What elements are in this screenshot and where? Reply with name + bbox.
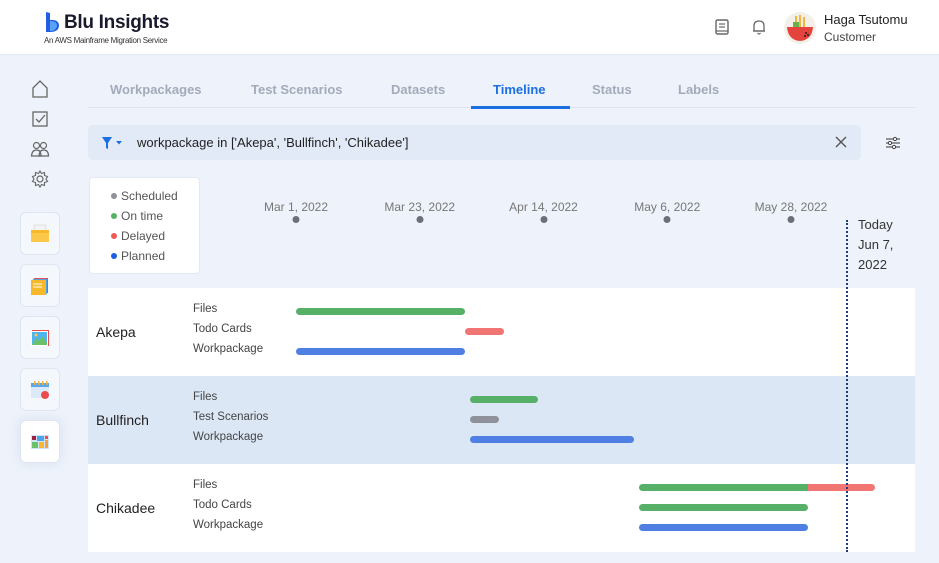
row-label: Test Scenarios xyxy=(193,411,269,423)
legend-label: On time xyxy=(121,209,164,223)
tab-workpackages[interactable]: Workpackages xyxy=(110,82,202,97)
today-label-line3: 2022 xyxy=(858,257,887,272)
filter-query[interactable]: workpackage in ['Akepa', 'Bullfinch', 'C… xyxy=(137,135,408,150)
axis-tick-label: Mar 23, 2022 xyxy=(384,200,456,214)
tab-bar: Workpackages Test Scenarios Datasets Tim… xyxy=(88,70,915,109)
planned-dot-icon xyxy=(111,253,117,259)
delayed-dot-icon xyxy=(111,233,117,239)
notes-app-tile[interactable] xyxy=(20,264,60,307)
timeline-bar-planned[interactable] xyxy=(639,524,808,531)
clear-filter-icon[interactable] xyxy=(835,136,847,148)
folder-icon xyxy=(31,224,49,242)
timeline-bar-planned[interactable] xyxy=(296,348,465,355)
app-title[interactable]: Blu Insights xyxy=(64,12,169,34)
active-tab-indicator xyxy=(471,106,570,109)
legend: Scheduled On time Delayed Planned xyxy=(89,177,200,274)
today-label: Today Jun 7, 2022 xyxy=(858,215,893,275)
timeline-group-chikadee[interactable]: Chikadee Files Todo Cards Workpackage xyxy=(88,464,915,552)
legend-item-delayed: Delayed xyxy=(111,229,165,243)
axis-tick-dot xyxy=(292,216,300,223)
legend-label: Delayed xyxy=(121,229,166,243)
user-role: Customer xyxy=(824,30,877,44)
tab-status[interactable]: Status xyxy=(592,82,632,97)
group-name[interactable]: Chikadee xyxy=(96,500,155,516)
row-label: Files xyxy=(193,479,218,491)
legend-label: Planned xyxy=(121,249,166,263)
timeline-bar-on-time[interactable] xyxy=(639,484,808,491)
legend-item-on-time: On time xyxy=(111,209,163,223)
avatar[interactable] xyxy=(784,12,816,44)
calendar-icon xyxy=(31,380,49,399)
gear-icon[interactable] xyxy=(30,169,50,189)
app-header: Blu Insights An AWS Mainframe Migration … xyxy=(0,0,939,55)
documentation-icon[interactable] xyxy=(713,18,731,36)
tab-test-scenarios[interactable]: Test Scenarios xyxy=(251,82,343,97)
axis-tick-label: Apr 14, 2022 xyxy=(509,200,578,214)
today-label-line2: Jun 7, xyxy=(858,237,894,252)
timeline-group-akepa[interactable]: Akepa Files Todo Cards Workpackage xyxy=(88,288,915,376)
row-label: Workpackage xyxy=(193,343,264,355)
calendar-app-tile[interactable] xyxy=(20,368,60,411)
filter-bar[interactable]: workpackage in ['Akepa', 'Bullfinch', 'C… xyxy=(88,125,861,160)
axis-tick-label: Mar 1, 2022 xyxy=(263,200,329,214)
scheduled-dot-icon xyxy=(111,193,117,199)
timeline-bar-planned[interactable] xyxy=(470,436,634,443)
row-label: Todo Cards xyxy=(193,499,252,511)
tab-datasets[interactable]: Datasets xyxy=(391,82,445,97)
axis-tick-dot xyxy=(540,216,547,223)
legend-label: Scheduled xyxy=(121,189,178,203)
today-line xyxy=(846,220,849,552)
row-label: Workpackage xyxy=(193,431,264,443)
bell-icon[interactable] xyxy=(750,18,768,36)
axis-tick-label: May 6, 2022 xyxy=(634,200,701,214)
legend-item-scheduled: Scheduled xyxy=(111,189,178,203)
axis-tick-dot xyxy=(663,216,671,223)
notes-icon xyxy=(31,277,48,295)
row-label: Files xyxy=(193,391,218,403)
timeline-bar-delayed[interactable] xyxy=(464,328,505,335)
sliders-icon[interactable] xyxy=(885,135,901,151)
blu-insights-logo-icon xyxy=(46,12,59,32)
timeline-bar-on-time[interactable] xyxy=(470,396,538,403)
image-icon xyxy=(31,329,49,346)
axis-tick-dot xyxy=(787,216,795,223)
filter-dropdown-icon[interactable] xyxy=(102,136,126,150)
timeline-bar-scheduled[interactable] xyxy=(470,416,499,423)
axis-tick-dot xyxy=(416,216,424,223)
row-label: Files xyxy=(193,303,218,315)
row-label: Workpackage xyxy=(193,519,264,531)
folder-app-tile[interactable] xyxy=(20,212,60,255)
app-subtitle: An AWS Mainframe Migration Service xyxy=(44,36,168,45)
dashboard-app-tile[interactable] xyxy=(20,420,60,463)
user-name[interactable]: Haga Tsutomu xyxy=(824,12,908,27)
legend-item-planned: Planned xyxy=(111,249,165,263)
timeline-bar-delayed[interactable] xyxy=(807,484,876,491)
axis-tick-label: May 28, 2022 xyxy=(754,200,828,214)
group-name[interactable]: Bullfinch xyxy=(96,412,149,428)
on-time-dot-icon xyxy=(111,213,117,219)
image-app-tile[interactable] xyxy=(20,316,60,359)
home-icon[interactable] xyxy=(30,79,50,99)
dashboard-icon xyxy=(31,434,49,449)
tab-labels[interactable]: Labels xyxy=(678,82,719,97)
timeline-bar-on-time[interactable] xyxy=(639,504,808,511)
today-label-line1: Today xyxy=(858,217,893,232)
users-icon[interactable] xyxy=(30,139,50,159)
tab-timeline[interactable]: Timeline xyxy=(493,82,546,97)
row-label: Todo Cards xyxy=(193,323,252,335)
group-name[interactable]: Akepa xyxy=(96,324,136,340)
timeline-group-bullfinch[interactable]: Bullfinch Files Test Scenarios Workpackage xyxy=(88,376,915,464)
checkbox-icon[interactable] xyxy=(30,109,50,129)
timeline-bar-on-time[interactable] xyxy=(296,308,465,315)
ramen-avatar-icon xyxy=(787,15,813,41)
